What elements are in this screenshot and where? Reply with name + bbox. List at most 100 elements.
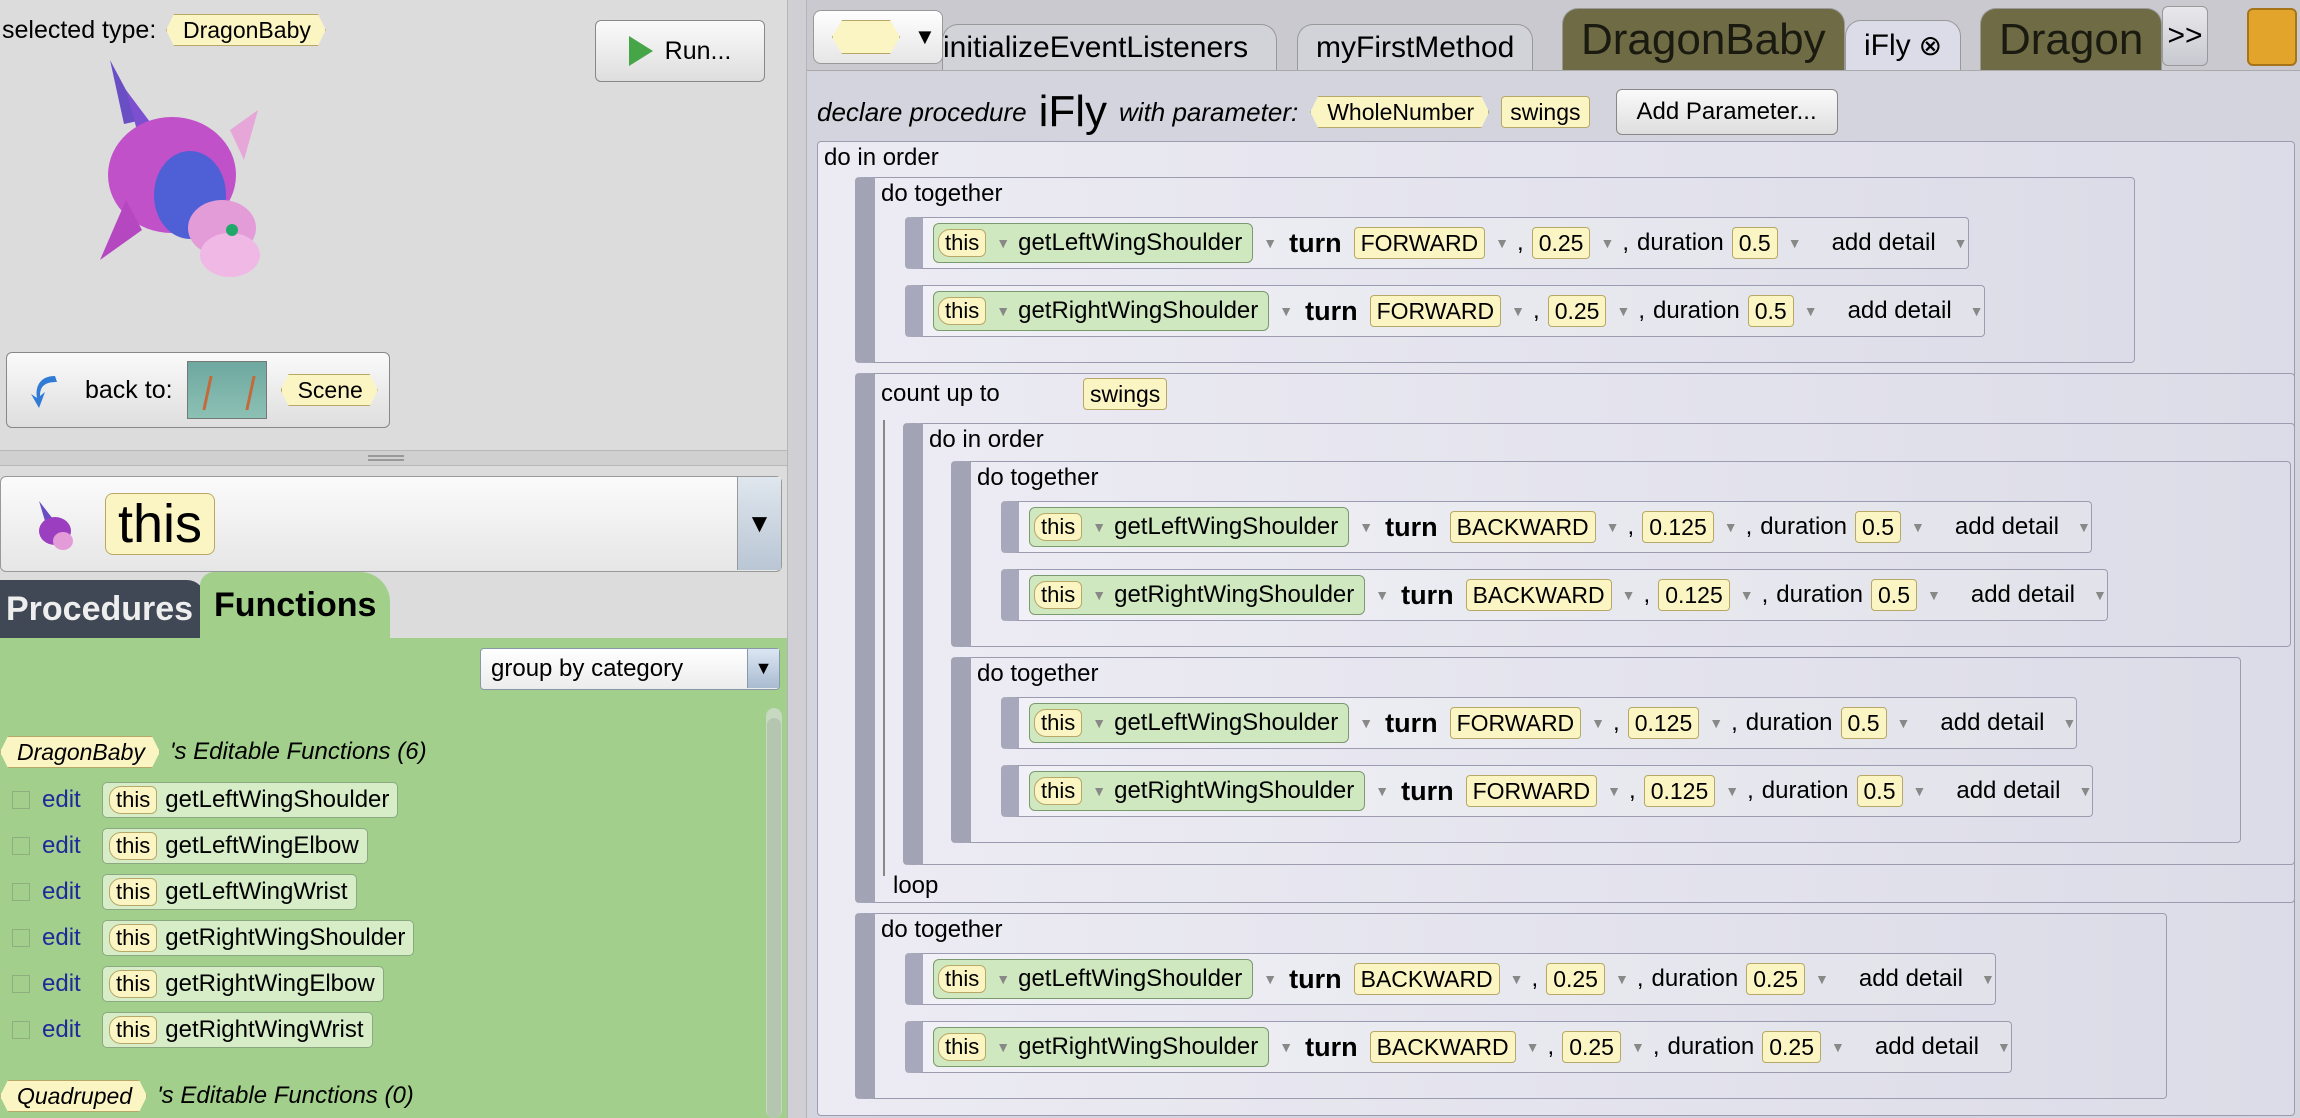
duration-arg[interactable]: 0.5 xyxy=(1855,511,1902,543)
duration-arg[interactable]: 0.5 xyxy=(1871,579,1917,611)
object-tile[interactable]: this ▼ getLeftWingShoulder xyxy=(933,223,1254,263)
do-together-label: do together xyxy=(881,916,1003,943)
function-name: getLeftWingShoulder xyxy=(1018,229,1243,256)
tab-ifly[interactable]: iFly ⊗ xyxy=(1845,20,1962,70)
add-detail-dropdown[interactable]: add detail xyxy=(1948,777,2068,805)
row-checkbox[interactable] xyxy=(12,975,30,993)
duration-arg[interactable]: 0.5 xyxy=(1840,707,1887,739)
add-detail-dropdown[interactable]: add detail xyxy=(1947,513,2067,541)
direction-arg[interactable]: BACKWARD xyxy=(1465,579,1612,611)
more-tabs-button[interactable]: >> xyxy=(2162,6,2208,66)
edit-link[interactable]: edit xyxy=(42,924,92,952)
turn-statement[interactable]: this ▼ getLeftWingShoulder ▼ turn BACKWARD ▼… xyxy=(905,953,1996,1005)
row-checkbox[interactable] xyxy=(12,929,30,947)
duration-arg[interactable]: 0.5 xyxy=(1747,295,1794,327)
close-icon[interactable]: ⊗ xyxy=(1919,29,1942,62)
add-detail-dropdown[interactable]: add detail xyxy=(1867,1033,1987,1061)
add-detail-dropdown[interactable]: add detail xyxy=(1840,297,1960,325)
back-to-label: back to: xyxy=(85,375,173,404)
row-checkbox[interactable] xyxy=(12,883,30,901)
amount-arg[interactable]: 0.125 xyxy=(1658,579,1730,611)
duration-arg[interactable]: 0.5 xyxy=(1856,775,1903,807)
row-checkbox[interactable] xyxy=(12,791,30,809)
add-parameter-button[interactable]: Add Parameter... xyxy=(1615,89,1838,135)
amount-arg[interactable]: 0.25 xyxy=(1547,295,1607,327)
run-button[interactable]: Run... xyxy=(595,20,765,82)
turn-keyword: turn xyxy=(1385,707,1438,738)
tab-initialize-event-listeners[interactable]: initializeEventListeners xyxy=(942,24,1277,70)
duration-arg[interactable]: 0.25 xyxy=(1746,963,1805,995)
tab-procedures[interactable]: Procedures xyxy=(0,580,205,638)
group-by-value: group by category xyxy=(491,655,684,682)
direction-arg[interactable]: BACKWARD xyxy=(1369,1031,1516,1063)
object-tile[interactable]: this ▼ getRightWingShoulder xyxy=(1029,575,1366,615)
function-name: getLeftWingWrist xyxy=(165,878,348,905)
turn-statement[interactable]: this ▼ getLeftWingShoulder ▼ turn FORWARD ▼ … xyxy=(905,217,1969,269)
function-tile[interactable]: this getRightWingElbow xyxy=(102,966,384,1002)
row-checkbox[interactable] xyxy=(12,1021,30,1039)
object-tile[interactable]: this ▼ getRightWingShoulder xyxy=(933,1027,1270,1067)
instance-selector[interactable]: this ▼ xyxy=(0,476,782,572)
object-tile[interactable]: this ▼ getRightWingShoulder xyxy=(1029,771,1366,811)
function-tile[interactable]: this getLeftWingElbow xyxy=(102,828,368,864)
object-tile[interactable]: this ▼ getRightWingShoulder xyxy=(933,291,1270,331)
function-tile[interactable]: this getRightWingShoulder xyxy=(102,920,415,956)
tab-dragonbaby[interactable]: DragonBaby xyxy=(1562,8,1845,70)
turn-statement[interactable]: this ▼ getRightWingShoulder ▼ turn FORWARD ▼… xyxy=(1001,765,2094,817)
comma: , xyxy=(1613,709,1620,736)
add-detail-dropdown[interactable]: add detail xyxy=(1932,709,2052,737)
edit-link[interactable]: edit xyxy=(42,1016,92,1044)
clipboard-icon[interactable] xyxy=(2247,8,2297,66)
count-variable[interactable]: swings xyxy=(1083,378,1168,410)
amount-arg[interactable]: 0.125 xyxy=(1627,707,1700,739)
tab-label: initializeEventListeners xyxy=(943,30,1249,64)
duration-arg[interactable]: 0.5 xyxy=(1731,227,1778,259)
turn-statement[interactable]: this ▼ getLeftWingShoulder ▼ turn BACKWARD ▼… xyxy=(1001,501,2092,553)
direction-arg[interactable]: FORWARD xyxy=(1449,707,1582,739)
add-detail-dropdown[interactable]: add detail xyxy=(1851,965,1971,993)
object-tile[interactable]: this ▼ getLeftWingShoulder xyxy=(1029,507,1350,547)
group-by-select[interactable]: group by category ▼ xyxy=(480,648,780,690)
object-tile[interactable]: this ▼ getLeftWingShoulder xyxy=(933,959,1254,999)
function-tile[interactable]: this getRightWingWrist xyxy=(102,1012,373,1048)
turn-statement[interactable]: this ▼ getLeftWingShoulder ▼ turn FORWARD ▼ … xyxy=(1001,697,2078,749)
tab-my-first-method[interactable]: myFirstMethod xyxy=(1297,24,1534,70)
comma: , xyxy=(1747,777,1754,804)
turn-statement[interactable]: this ▼ getRightWingShoulder ▼ turn BACKWARD… xyxy=(1001,569,2108,621)
edit-link[interactable]: edit xyxy=(42,970,92,998)
chevron-down-icon[interactable]: ▼ xyxy=(737,477,781,570)
add-detail-dropdown[interactable]: add detail xyxy=(1963,581,2083,609)
amount-arg[interactable]: 0.25 xyxy=(1562,1031,1621,1063)
function-name: getRightWingShoulder xyxy=(1018,1033,1259,1060)
functions-scrollbar[interactable] xyxy=(766,708,782,1118)
amount-arg[interactable]: 0.25 xyxy=(1546,963,1605,995)
direction-arg[interactable]: FORWARD xyxy=(1369,295,1502,327)
turn-statement[interactable]: this ▼ getRightWingShoulder ▼ turn BACKWARD… xyxy=(905,1021,2012,1073)
tab-dragon[interactable]: Dragon xyxy=(1980,8,2163,70)
duration-arg[interactable]: 0.25 xyxy=(1762,1031,1821,1063)
amount-arg[interactable]: 0.125 xyxy=(1643,775,1716,807)
object-tile[interactable]: this ▼ getLeftWingShoulder xyxy=(1029,703,1350,743)
add-detail-dropdown[interactable]: add detail xyxy=(1824,229,1944,257)
row-checkbox[interactable] xyxy=(12,837,30,855)
direction-arg[interactable]: BACKWARD xyxy=(1353,963,1500,995)
amount-arg[interactable]: 0.125 xyxy=(1642,511,1714,543)
direction-arg[interactable]: FORWARD xyxy=(1465,775,1598,807)
amount-arg[interactable]: 0.25 xyxy=(1531,227,1591,259)
direction-arg[interactable]: FORWARD xyxy=(1353,227,1486,259)
tab-functions[interactable]: Functions xyxy=(200,572,390,638)
vertical-split-divider[interactable] xyxy=(787,0,807,1118)
type-selector[interactable]: ▼ xyxy=(813,10,943,64)
back-to-scene-button[interactable]: back to: Scene xyxy=(6,352,390,428)
edit-link[interactable]: edit xyxy=(42,878,92,906)
edit-link[interactable]: edit xyxy=(42,832,92,860)
horizontal-split-divider[interactable] xyxy=(0,450,787,466)
function-tile[interactable]: this getLeftWingShoulder xyxy=(102,782,399,818)
edit-link[interactable]: edit xyxy=(42,786,92,814)
scrollbar-thumb[interactable] xyxy=(767,718,781,1118)
direction-arg[interactable]: BACKWARD xyxy=(1449,511,1596,543)
duration-label: duration xyxy=(1667,1033,1755,1060)
selected-type-pill[interactable]: DragonBaby xyxy=(166,14,326,46)
turn-statement[interactable]: this ▼ getRightWingShoulder ▼ turn FORWARD ▼… xyxy=(905,285,1985,337)
function-tile[interactable]: this getLeftWingWrist xyxy=(102,874,357,910)
